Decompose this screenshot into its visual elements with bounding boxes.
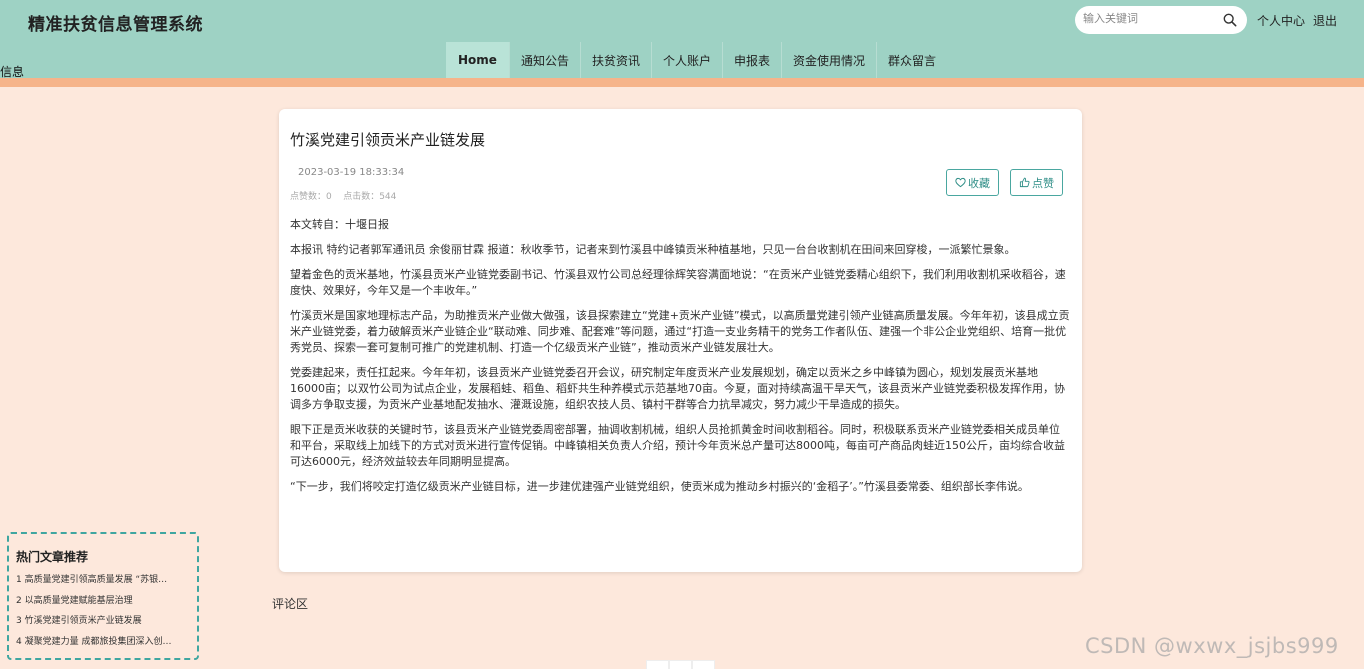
hot-articles-list: 1 高质量党建引领高质量发展 “苏银… 2 以高质量党建赋能基层治理 3 竹溪党… (16, 572, 194, 654)
user-links: 个人中心 退出 (1257, 12, 1337, 29)
heart-icon (955, 177, 966, 188)
article-paragraph: 竹溪贡米是国家地理标志产品，为助推贡米产业做大做强，该县探索建立“党建+贡米产业… (290, 309, 1070, 354)
comments-label: 评论区 (272, 597, 309, 611)
nav-item-funds[interactable]: 资金使用情况 (782, 42, 878, 78)
thumbs-up-icon (1019, 177, 1030, 188)
nav-item-messages[interactable]: 群众留言 (877, 42, 947, 78)
accent-stripe (0, 78, 1364, 87)
nav-item-account[interactable]: 个人账户 (652, 42, 723, 78)
logout-link[interactable]: 退出 (1313, 12, 1337, 29)
main-nav: Home 通知公告 扶贫资讯 个人账户 申报表 资金使用情况 群众留言 (446, 42, 947, 78)
hot-article-item[interactable]: 1 高质量党建引领高质量发展 “苏银… (16, 572, 194, 593)
nav-item-applications[interactable]: 申报表 (723, 42, 782, 78)
hot-article-item[interactable]: 2 以高质量党建赋能基层治理 (16, 593, 194, 614)
article-paragraph: “下一步，我们将咬定打造亿级贡米产业链目标，进一步建优建强产业链党组织，使贡米成… (290, 480, 1029, 493)
favorite-label: 收藏 (968, 176, 990, 190)
article-stats: 点赞数：0 点击数：544 (290, 189, 396, 202)
favorite-button[interactable]: 收藏 (946, 169, 999, 196)
nav-item-notices[interactable]: 通知公告 (510, 42, 581, 78)
like-button[interactable]: 点赞 (1010, 169, 1063, 196)
nav-item-news[interactable]: 扶贫资讯 (581, 42, 652, 78)
hot-articles-title: 热门文章推荐 (16, 550, 89, 564)
clicks-count: 点击数：544 (343, 192, 397, 202)
article-paragraph: 望着金色的贡米基地，竹溪县贡米产业链党委副书记、竹溪县双竹公司总经理徐辉笑容满面… (290, 268, 1066, 297)
pagination-prev[interactable] (646, 660, 669, 669)
search-box[interactable] (1075, 6, 1247, 34)
pagination-page[interactable] (669, 660, 692, 669)
watermark: CSDN @wxwx_jsjbs999 (1085, 634, 1339, 658)
search-input[interactable] (1083, 12, 1223, 25)
article-body: 本文转自：十堰日报 本报讯 特约记者郭军通讯员 余俊丽甘霖 报道：秋收季节，记者… (290, 217, 1070, 504)
article-paragraph: 眼下正是贡米收获的关键时节，该县贡米产业链党委周密部署，抽调收割机械，组织人员抢… (290, 423, 1065, 468)
nav-item-home[interactable]: Home (446, 42, 510, 78)
hot-articles-panel: 热门文章推荐 1 高质量党建引领高质量发展 “苏银… 2 以高质量党建赋能基层治… (7, 532, 199, 660)
article-card: 竹溪党建引领贡米产业链发展 2023-03-19 18:33:34 点赞数：0 … (279, 109, 1082, 572)
site-title: 精准扶贫信息管理系统 (28, 15, 203, 35)
header: 精准扶贫信息管理系统 个人中心 退出 Home 通知公告 扶贫资讯 个人账户 申… (0, 0, 1364, 79)
article-date: 2023-03-19 18:33:34 (298, 167, 405, 178)
like-label: 点赞 (1032, 176, 1054, 190)
article-paragraph: 党委建起来，责任扛起来。今年年初，该县贡米产业链党委召开会议，研究制定年度贡米产… (290, 366, 1065, 411)
pagination (646, 660, 715, 669)
article-paragraph: 本文转自：十堰日报 (290, 218, 389, 231)
article-paragraph: 本报讯 特约记者郭军通讯员 余俊丽甘霖 报道：秋收季节，记者来到竹溪县中峰镇贡米… (290, 243, 1016, 256)
hot-article-item[interactable]: 3 竹溪党建引领贡米产业链发展 (16, 613, 194, 634)
pagination-next[interactable] (692, 660, 715, 669)
user-center-link[interactable]: 个人中心 (1257, 12, 1305, 29)
article-title: 竹溪党建引领贡米产业链发展 (290, 131, 486, 149)
hot-article-item[interactable]: 4 凝聚党建力量 成都旅投集团深入创… (16, 634, 194, 655)
search-icon[interactable] (1223, 13, 1237, 27)
likes-count: 点赞数：0 (290, 192, 332, 202)
